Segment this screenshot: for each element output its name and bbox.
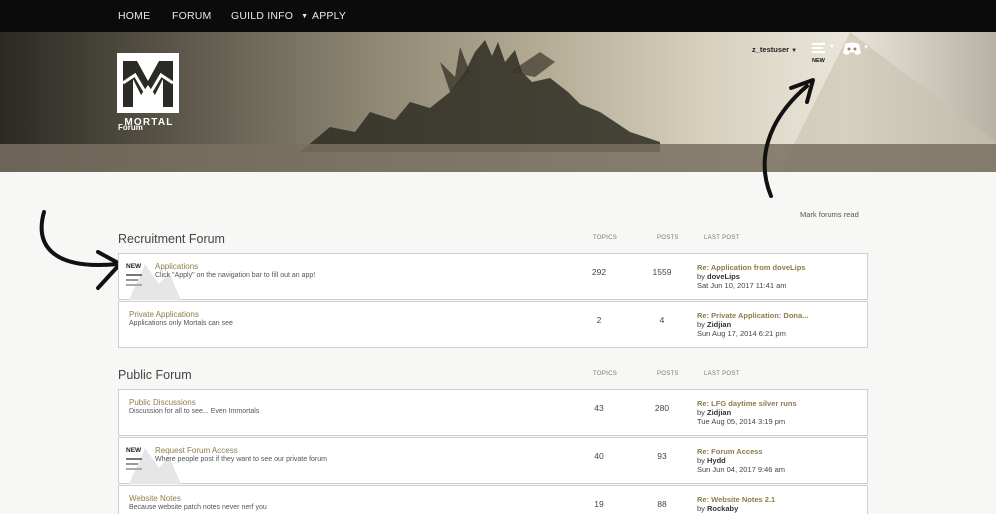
last-post-by-prefix: by xyxy=(697,408,705,417)
topics-count: 19 xyxy=(594,499,604,509)
last-post-date: Tue Aug 05, 2014 3:19 pm xyxy=(697,417,786,426)
last-post-username[interactable]: Rockaby xyxy=(707,504,738,513)
last-post-date: Sun Aug 17, 2014 6:21 pm xyxy=(697,329,786,338)
col-head-topics: TOPICS xyxy=(593,371,618,377)
forum-desc: Discussion for all to see... Even Immort… xyxy=(129,408,260,415)
last-post-by-prefix: by xyxy=(697,504,705,513)
forum-row: Website Notes Because website patch note… xyxy=(118,485,868,514)
last-post-link[interactable]: Re: Forum Access xyxy=(697,447,763,456)
mortal-logo[interactable] xyxy=(117,53,179,113)
forum-row: Public Discussions Discussion for all to… xyxy=(118,389,868,436)
last-post-username[interactable]: Zidjian xyxy=(707,320,731,329)
col-head-last-post: LAST POST xyxy=(704,371,740,377)
posts-count: 93 xyxy=(657,451,667,461)
forum-desc: Click "Apply" on the navigation bar to f… xyxy=(155,272,316,279)
topics-count: 43 xyxy=(594,403,604,413)
posts-count: 1559 xyxy=(652,267,672,277)
last-post-username[interactable]: doveLips xyxy=(707,272,740,281)
last-post-link[interactable]: Re: Website Notes 2.1 xyxy=(697,495,775,504)
breadcrumb-bar xyxy=(0,144,996,172)
forum-row: Private Applications Applications only M… xyxy=(118,301,868,348)
col-head-topics: TOPICS xyxy=(593,235,618,241)
nav-forum[interactable]: FORUM xyxy=(172,0,212,32)
topics-count: 40 xyxy=(594,451,604,461)
caret-down-icon: ▼ xyxy=(863,45,869,51)
last-post-link[interactable]: Re: LFG daytime silver runs xyxy=(697,399,797,408)
posts-count: 4 xyxy=(659,315,665,325)
forum-title-website-notes[interactable]: Website Notes xyxy=(129,494,181,503)
posts-count: 88 xyxy=(657,499,667,509)
last-post-username[interactable]: Zidjian xyxy=(707,408,731,417)
last-post-link[interactable]: Re: Application from doveLips xyxy=(697,263,805,272)
col-head-last-post: LAST POST xyxy=(704,235,740,241)
annotation-arrow-up-icon xyxy=(762,78,815,198)
nav-home[interactable]: HOME xyxy=(118,0,150,32)
last-post-date: Sun Jun 04, 2017 9:46 am xyxy=(697,465,785,474)
last-post-username[interactable]: Hydd xyxy=(707,456,726,465)
caret-down-icon: ▼ xyxy=(301,13,309,20)
forum-title-request-forum-access[interactable]: Request Forum Access xyxy=(155,446,238,455)
last-post-author: by Zidjian xyxy=(697,408,731,417)
caret-down-icon: ▼ xyxy=(791,48,798,54)
forum-row: NEW Request Forum Access Where people po… xyxy=(118,437,868,484)
forum-desc: Because website patch notes never nerf y… xyxy=(129,504,267,511)
topics-count: 292 xyxy=(591,267,607,277)
forum-title-applications[interactable]: Applications xyxy=(155,262,198,271)
nav-guild-info[interactable]: GUILD INFO ▼ xyxy=(231,0,308,32)
last-post-by-prefix: by xyxy=(697,456,705,465)
last-post-by-prefix: by xyxy=(697,272,705,281)
forum-title-public-discussions[interactable]: Public Discussions xyxy=(129,398,196,407)
posts-count: 280 xyxy=(654,403,670,413)
mark-forums-read-link[interactable]: Mark forums read xyxy=(800,210,859,219)
col-head-posts: POSTS xyxy=(657,371,679,377)
last-post-author: by Rockaby xyxy=(697,504,738,513)
top-navigation-bar: HOME FORUM GUILD INFO ▼ APPLY xyxy=(0,0,996,32)
notification-new-badge: NEW xyxy=(812,58,825,64)
section-title-recruitment: Recruitment Forum xyxy=(118,232,225,246)
last-post-author: by doveLips xyxy=(697,272,740,281)
breadcrumb-forum[interactable]: Forum xyxy=(118,123,143,132)
nav-guild-info-label: GUILD INFO xyxy=(231,10,294,22)
last-post-by-prefix: by xyxy=(697,320,705,329)
last-post-link[interactable]: Re: Private Application: Dona... xyxy=(697,311,808,320)
forum-desc: Where people post if they want to see ou… xyxy=(155,456,327,463)
forum-desc: Applications only Mortals can see xyxy=(129,320,233,327)
new-label: NEW xyxy=(126,263,142,270)
user-menu[interactable]: z_testuser ▼ xyxy=(752,45,797,54)
caret-down-icon: ▼ xyxy=(829,44,835,50)
last-post-author: by Hydd xyxy=(697,456,726,465)
forum-title-private-applications[interactable]: Private Applications xyxy=(129,310,199,319)
section-title-public: Public Forum xyxy=(118,368,192,382)
last-post-date: Sat Jun 10, 2017 11:41 am xyxy=(697,281,787,290)
nav-apply[interactable]: APPLY xyxy=(312,0,346,32)
notifications-list-icon xyxy=(812,43,825,53)
col-head-posts: POSTS xyxy=(657,235,679,241)
topics-count: 2 xyxy=(596,315,602,325)
dragon-artwork xyxy=(300,40,660,152)
username-label: z_testuser xyxy=(752,45,790,54)
discord-icon[interactable] xyxy=(843,42,861,56)
last-post-author: by Zidjian xyxy=(697,320,731,329)
new-label: NEW xyxy=(126,447,142,454)
forum-row: NEW Applications Click "Apply" on the na… xyxy=(118,253,868,300)
